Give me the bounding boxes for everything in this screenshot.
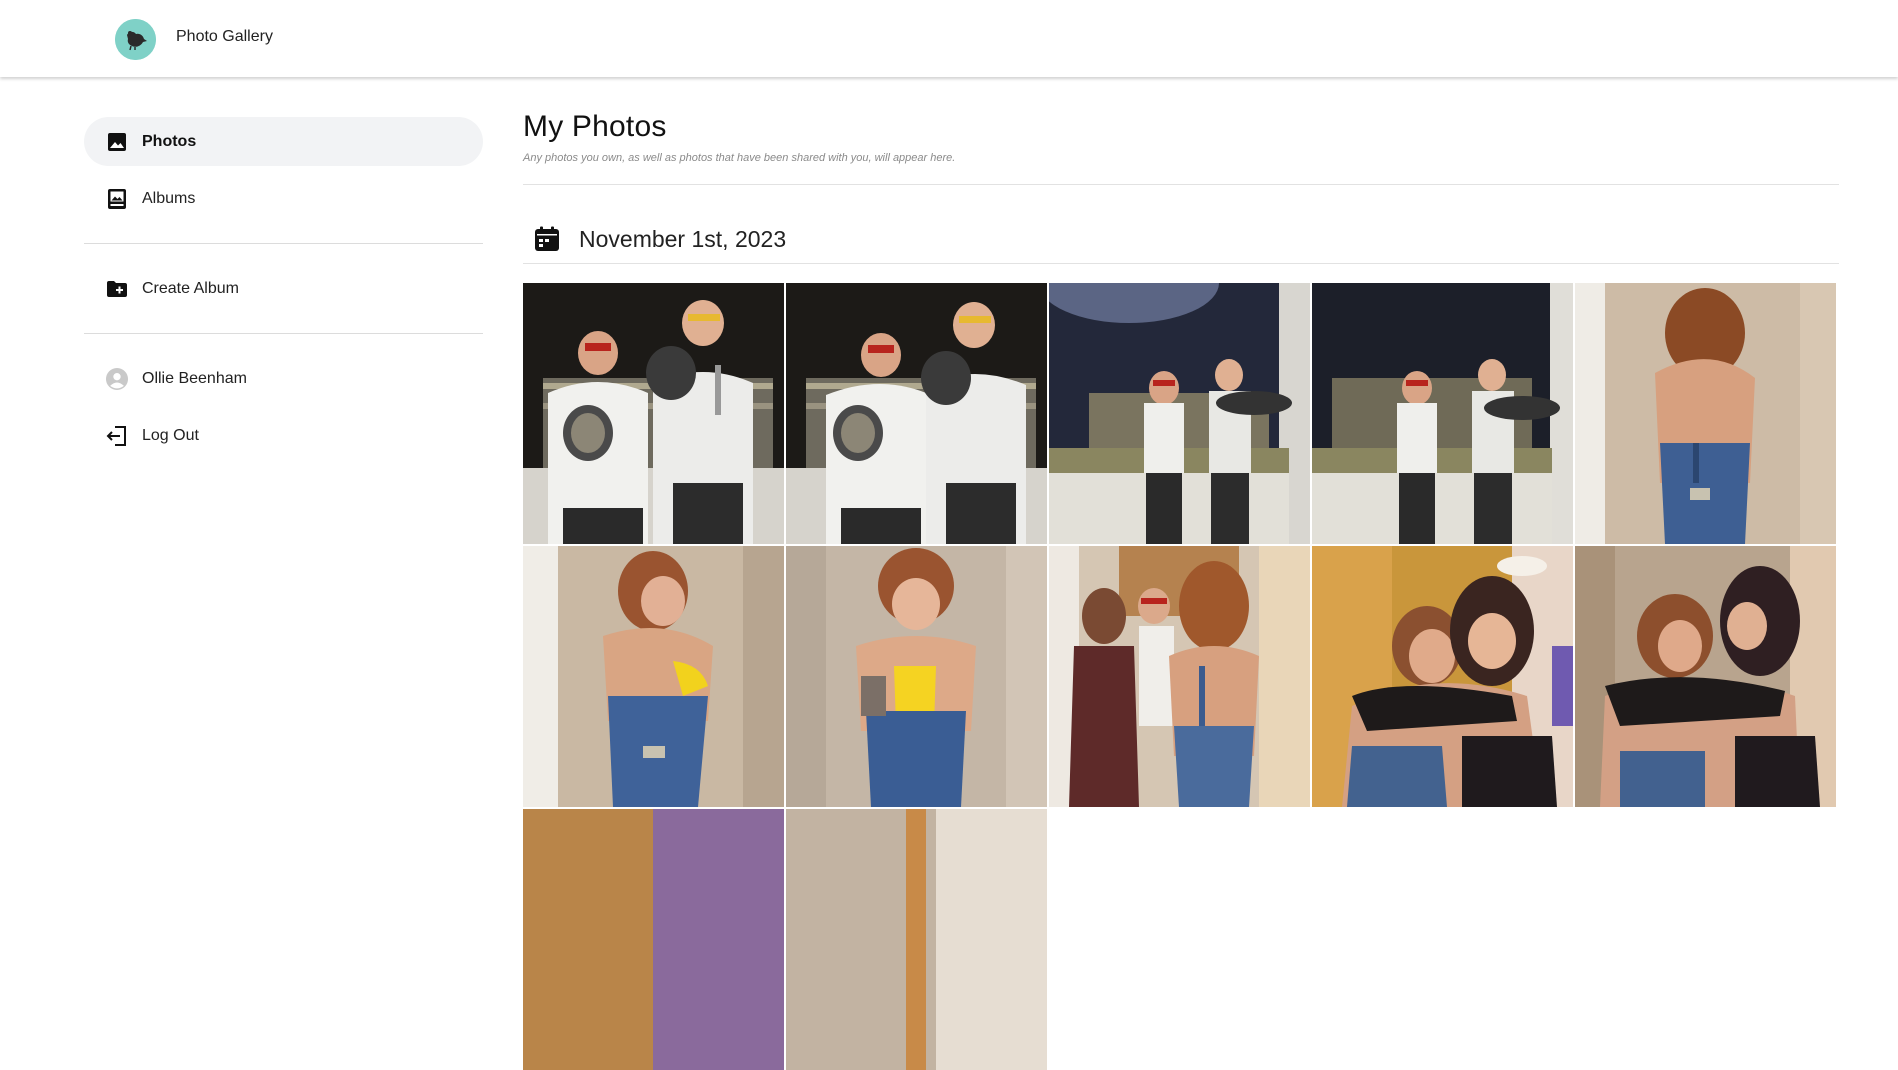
create-album-label: Create Album [142,279,239,297]
photo-thumbnail[interactable] [523,283,784,544]
photo-thumbnail[interactable] [786,283,1047,544]
photo-thumbnail[interactable] [1575,546,1836,807]
create-album-button[interactable]: Create Album [84,264,483,313]
bird-logo-icon[interactable] [115,19,156,60]
user-avatar-icon [106,367,128,390]
sidebar-divider [84,333,483,334]
user-name: Ollie Beenham [142,369,247,387]
date-divider [523,263,1839,264]
image-icon [106,131,128,153]
sidebar-item-label: Albums [142,189,196,207]
calendar-icon [534,226,560,252]
sidebar-divider [84,243,483,244]
top-bar: Photo Gallery [0,0,1898,77]
sidebar-item-label: Photos [142,132,197,150]
logout-button[interactable]: Log Out [84,411,483,460]
photo-thumbnail[interactable] [523,546,784,807]
photo-thumbnail[interactable] [786,546,1047,807]
user-profile-item[interactable]: Ollie Beenham [84,354,483,403]
date-label: November 1st, 2023 [579,225,787,252]
photo-thumbnail[interactable] [786,809,1047,1070]
sidebar-item-photos[interactable]: Photos [84,117,483,166]
photo-thumbnail[interactable] [1049,283,1310,544]
photo-thumbnail[interactable] [1049,546,1310,807]
page-title: My Photos [523,110,667,143]
title-divider [523,184,1839,185]
photo-thumbnail[interactable] [1575,283,1836,544]
photo-thumbnail[interactable] [1312,546,1573,807]
sidebar-item-albums[interactable]: Albums [84,174,483,223]
app-title[interactable]: Photo Gallery [176,28,273,46]
photo-grid [523,283,1839,1070]
page-subtitle: Any photos you own, as well as photos th… [523,152,956,164]
photo-thumbnail[interactable] [1312,283,1573,544]
photo-thumbnail[interactable] [523,809,784,1070]
folder-plus-icon [106,278,128,300]
album-icon [106,188,128,210]
main-content: My Photos Any photos you own, as well as… [523,110,1839,264]
date-group-header: November 1st, 2023 [523,225,1839,253]
sidebar: Photos Albums Create Album Ollie Beenham… [84,117,483,460]
logout-label: Log Out [142,426,199,444]
logout-icon [106,425,128,447]
